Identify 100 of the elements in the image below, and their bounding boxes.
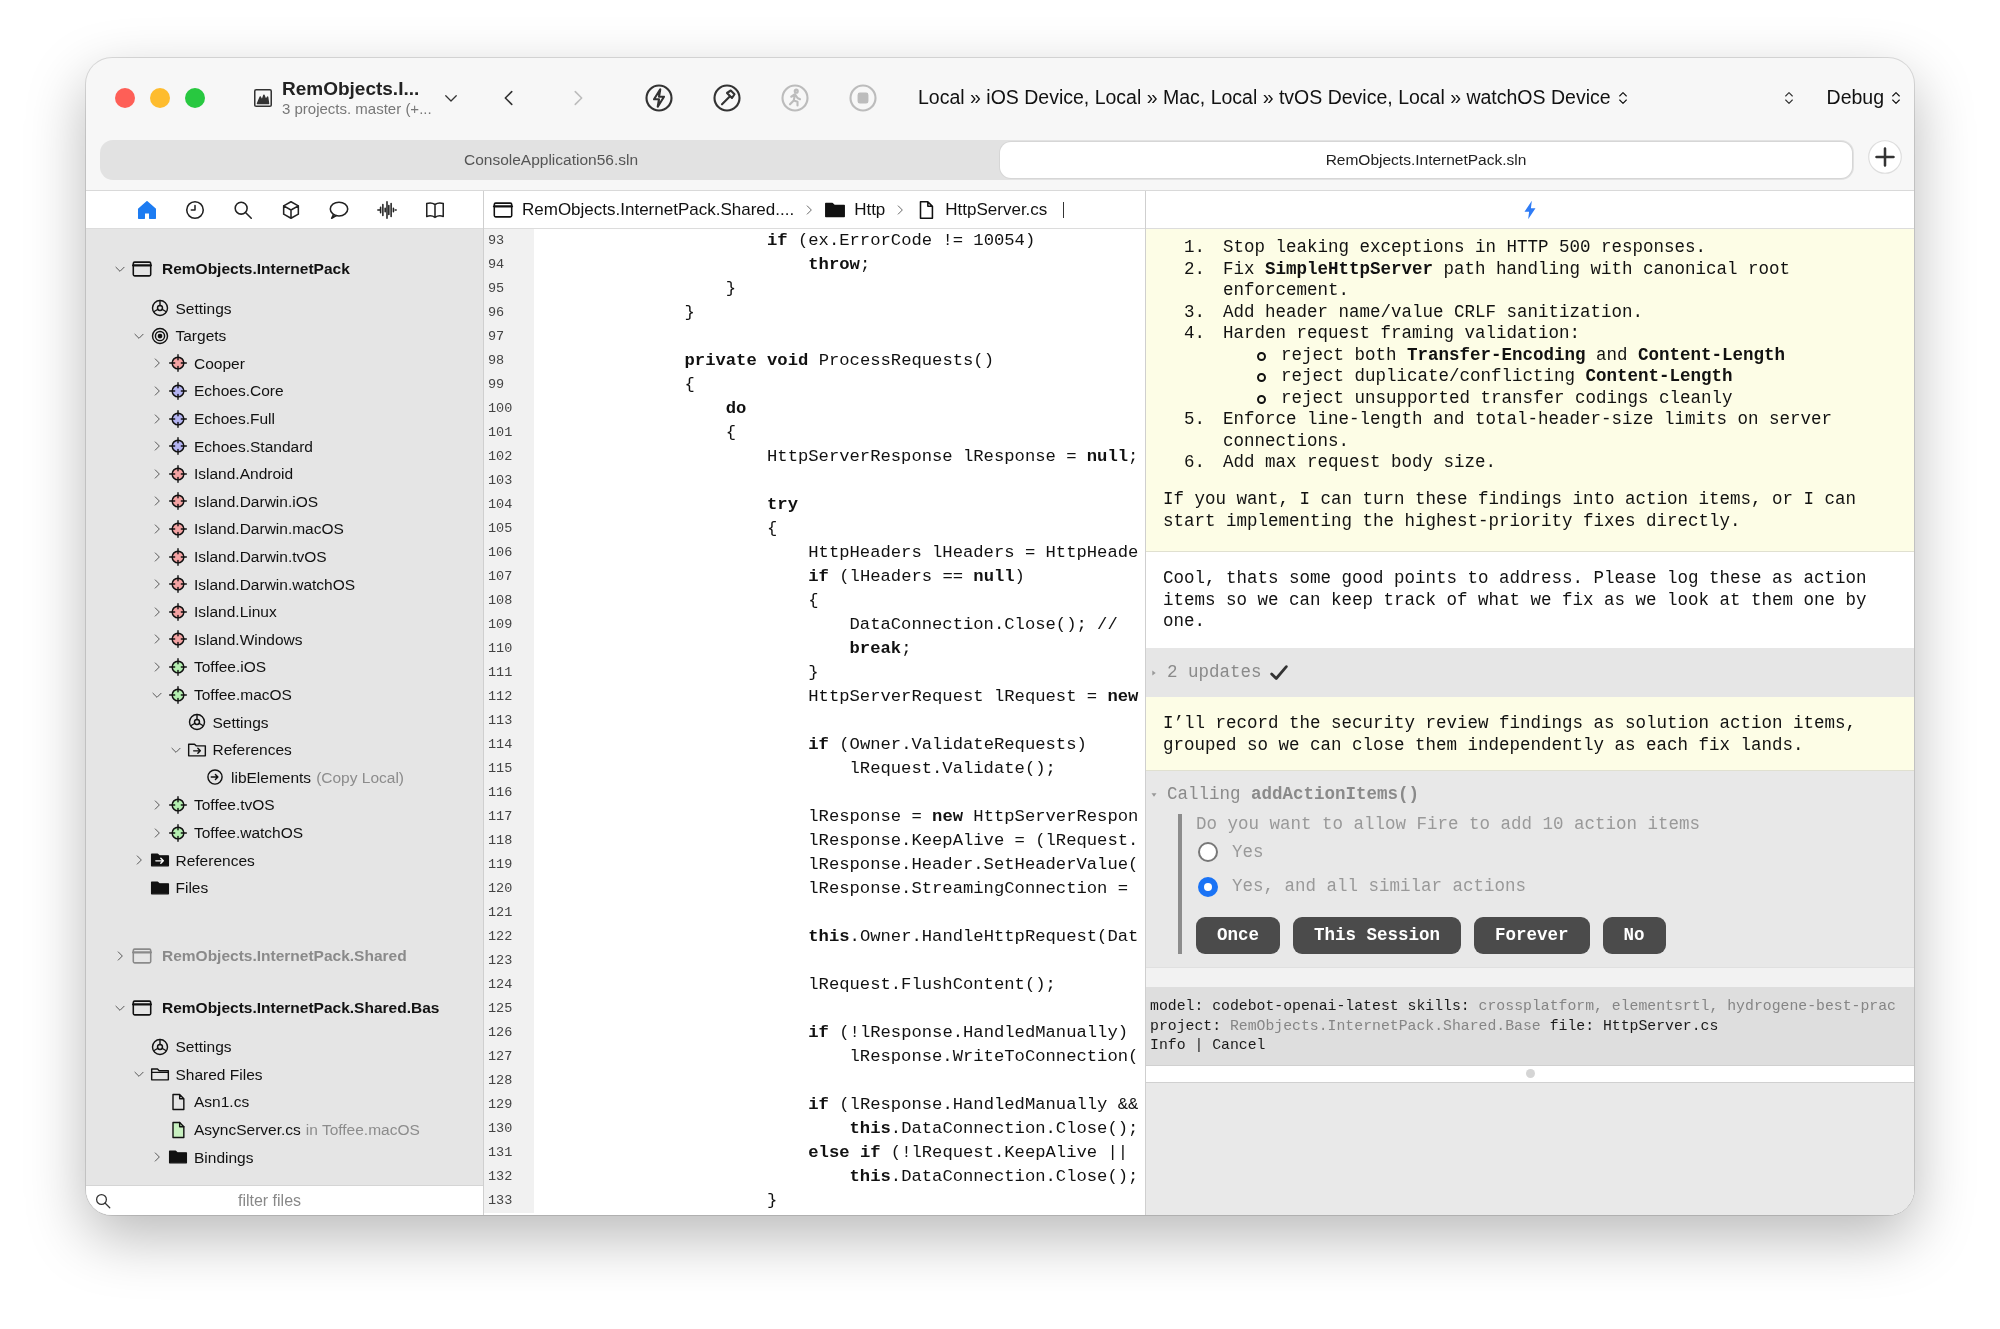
speech-bubble-icon[interactable] bbox=[328, 198, 350, 221]
code-line: HttpHeaders lHeaders = HttpHeade bbox=[807, 542, 1139, 564]
tree-item-label[interactable]: Echoes.Full bbox=[194, 407, 275, 431]
tree-item-label[interactable]: Settings bbox=[175, 296, 232, 320]
code-line: this.Owner.HandleHttpRequest(Dat bbox=[807, 926, 1139, 948]
code-line: if (!lResponse.HandledManually) bbox=[807, 1022, 1129, 1044]
action-button[interactable]: Forever bbox=[1474, 917, 1590, 954]
list-number: 2. bbox=[1183, 258, 1205, 281]
tree-item-label[interactable]: AsyncServer.cs bbox=[194, 1118, 301, 1142]
clock-icon[interactable] bbox=[184, 198, 206, 221]
code-line: lResponse = new HttpServerRespon bbox=[807, 806, 1139, 828]
configuration-selector[interactable]: Debug bbox=[1826, 83, 1905, 113]
line-number: 108 bbox=[484, 589, 534, 613]
code-line: break; bbox=[848, 638, 912, 660]
tree-item-label[interactable]: Toffee.watchOS bbox=[194, 820, 304, 845]
code-line: DataConnection.Close(); // bbox=[848, 614, 1118, 636]
hammer-icon[interactable] bbox=[712, 83, 742, 113]
tree-item-label[interactable]: Files bbox=[175, 876, 209, 900]
line-number: 118 bbox=[484, 829, 534, 853]
solution-tab[interactable]: ConsoleApplication56.sln bbox=[102, 142, 1000, 178]
line-number: 103 bbox=[484, 469, 534, 493]
destination-selector[interactable]: Local » iOS Device, Local » Mac, Local » tvOS Device, Local » watchOS Device bbox=[918, 83, 1631, 113]
list-item: reject unsupported transfer codings cleanly bbox=[1281, 387, 1733, 409]
breadcrumb-item[interactable]: HttpServer.cs bbox=[945, 196, 1048, 223]
tree-item-label[interactable]: Cooper bbox=[194, 351, 245, 376]
tree-item-label[interactable]: libElements bbox=[231, 765, 312, 789]
solution-tab[interactable]: RemObjects.InternetPack.sln bbox=[1000, 142, 1852, 178]
action-button[interactable]: No bbox=[1602, 917, 1666, 954]
action-button[interactable]: This Session bbox=[1293, 917, 1462, 954]
separator: | bbox=[1194, 1037, 1204, 1053]
bullet-icon bbox=[1257, 373, 1266, 382]
close-button[interactable] bbox=[115, 88, 135, 108]
line-number: 130 bbox=[484, 1117, 534, 1141]
zoom-button[interactable] bbox=[185, 88, 205, 108]
line-number: 126 bbox=[484, 1021, 534, 1045]
line-number: 99 bbox=[484, 373, 534, 397]
tree-item-label[interactable]: Island.Darwin.tvOS bbox=[194, 545, 327, 569]
code-line: if (ex.ErrorCode != 10054) bbox=[766, 230, 1036, 252]
tree-item-label[interactable]: Echoes.Core bbox=[194, 379, 284, 403]
code-line: lResponse.WriteToConnection( bbox=[848, 1046, 1139, 1068]
action-button[interactable]: Once bbox=[1196, 917, 1280, 954]
splitter-handle[interactable] bbox=[1525, 1069, 1535, 1078]
code-line: } bbox=[683, 302, 695, 324]
search-icon[interactable] bbox=[232, 198, 254, 221]
radio-button[interactable] bbox=[1198, 842, 1218, 863]
list-item: Add max request body size. bbox=[1223, 452, 1497, 474]
lightning-icon[interactable] bbox=[644, 83, 674, 113]
line-number: 116 bbox=[484, 781, 534, 805]
permission-question: Do you want to allow Fire to add 10 action items bbox=[1196, 813, 1702, 835]
waveform-icon[interactable] bbox=[376, 198, 398, 221]
minimize-button[interactable] bbox=[150, 88, 170, 108]
message-text: I’ll record the security review findings as solution action items, grouped so we can close them independently as each fix lands. bbox=[1163, 713, 1858, 756]
tree-item-label[interactable]: Asn1.cs bbox=[194, 1090, 250, 1114]
filter-field[interactable]: filter files bbox=[86, 1186, 483, 1215]
line-number: 109 bbox=[484, 613, 534, 637]
cube-icon[interactable] bbox=[280, 198, 302, 221]
home-icon[interactable] bbox=[136, 198, 158, 221]
tree-item-label[interactable]: References bbox=[212, 738, 292, 762]
project-name[interactable]: RemObjects.InternetPack.Shared.Bas bbox=[162, 995, 440, 1020]
tree-item-label[interactable]: Toffee.tvOS bbox=[194, 793, 275, 817]
tree-item-label[interactable]: Targets bbox=[175, 324, 227, 348]
code-line: if (lResponse.HandledManually && bbox=[807, 1094, 1139, 1116]
tree-item-label[interactable]: Toffee.macOS bbox=[194, 683, 292, 707]
line-number: 105 bbox=[484, 517, 534, 541]
line-number: 113 bbox=[484, 709, 534, 733]
tree-item-label[interactable]: Echoes.Standard bbox=[194, 434, 313, 458]
line-number: 97 bbox=[484, 325, 534, 349]
bullet-icon bbox=[1257, 394, 1266, 404]
plus-icon[interactable] bbox=[1868, 140, 1902, 174]
code-line: lRequest.FlushContent(); bbox=[807, 974, 1056, 996]
line-number: 121 bbox=[484, 901, 534, 925]
tree-item-label[interactable]: Settings bbox=[212, 710, 269, 734]
tree-item-label[interactable]: Island.Darwin.macOS bbox=[194, 517, 344, 541]
tree-item-label[interactable]: Island.Darwin.watchOS bbox=[194, 572, 356, 596]
list-number: 5. bbox=[1183, 409, 1205, 431]
gear-icon bbox=[149, 1036, 170, 1057]
list-item: reject both Transfer-Encoding and Content-Length bbox=[1281, 344, 1786, 366]
link[interactable]: Cancel bbox=[1212, 1037, 1266, 1053]
tree-item-label[interactable]: Shared Files bbox=[175, 1062, 263, 1087]
breadcrumb-item[interactable]: Http bbox=[854, 196, 886, 223]
breadcrumb-item[interactable]: RemObjects.InternetPack.Shared.... bbox=[522, 196, 795, 223]
list-number: 3. bbox=[1183, 301, 1205, 323]
tree-item-label[interactable]: Toffee.iOS bbox=[194, 655, 267, 679]
project-name[interactable]: RemObjects.InternetPack bbox=[162, 257, 350, 281]
tree-item-label[interactable]: Settings bbox=[175, 1035, 232, 1059]
line-number: 111 bbox=[484, 661, 534, 685]
field-value: crossplatform, elementsrtl, hydrogene-best-prac bbox=[1478, 998, 1896, 1014]
tree-item-label[interactable]: References bbox=[175, 848, 255, 872]
tree-item-label[interactable]: Island.Android bbox=[194, 462, 294, 486]
list-item: Stop leaking exceptions in HTTP 500 responses. bbox=[1223, 237, 1707, 259]
tree-item-label[interactable]: Bindings bbox=[194, 1145, 254, 1169]
tree-item-label[interactable]: Island.Darwin.iOS bbox=[194, 489, 319, 514]
tree-item-label[interactable]: Island.Linux bbox=[194, 600, 277, 624]
radio-button[interactable] bbox=[1198, 876, 1218, 897]
tree-item-label[interactable]: Island.Windows bbox=[194, 627, 303, 652]
list-number: 4. bbox=[1183, 323, 1205, 345]
field-label: model: bbox=[1150, 998, 1204, 1014]
project-title: RemObjects.I... bbox=[282, 78, 421, 100]
link[interactable]: Info bbox=[1150, 1037, 1186, 1053]
code-line: } bbox=[724, 278, 737, 300]
